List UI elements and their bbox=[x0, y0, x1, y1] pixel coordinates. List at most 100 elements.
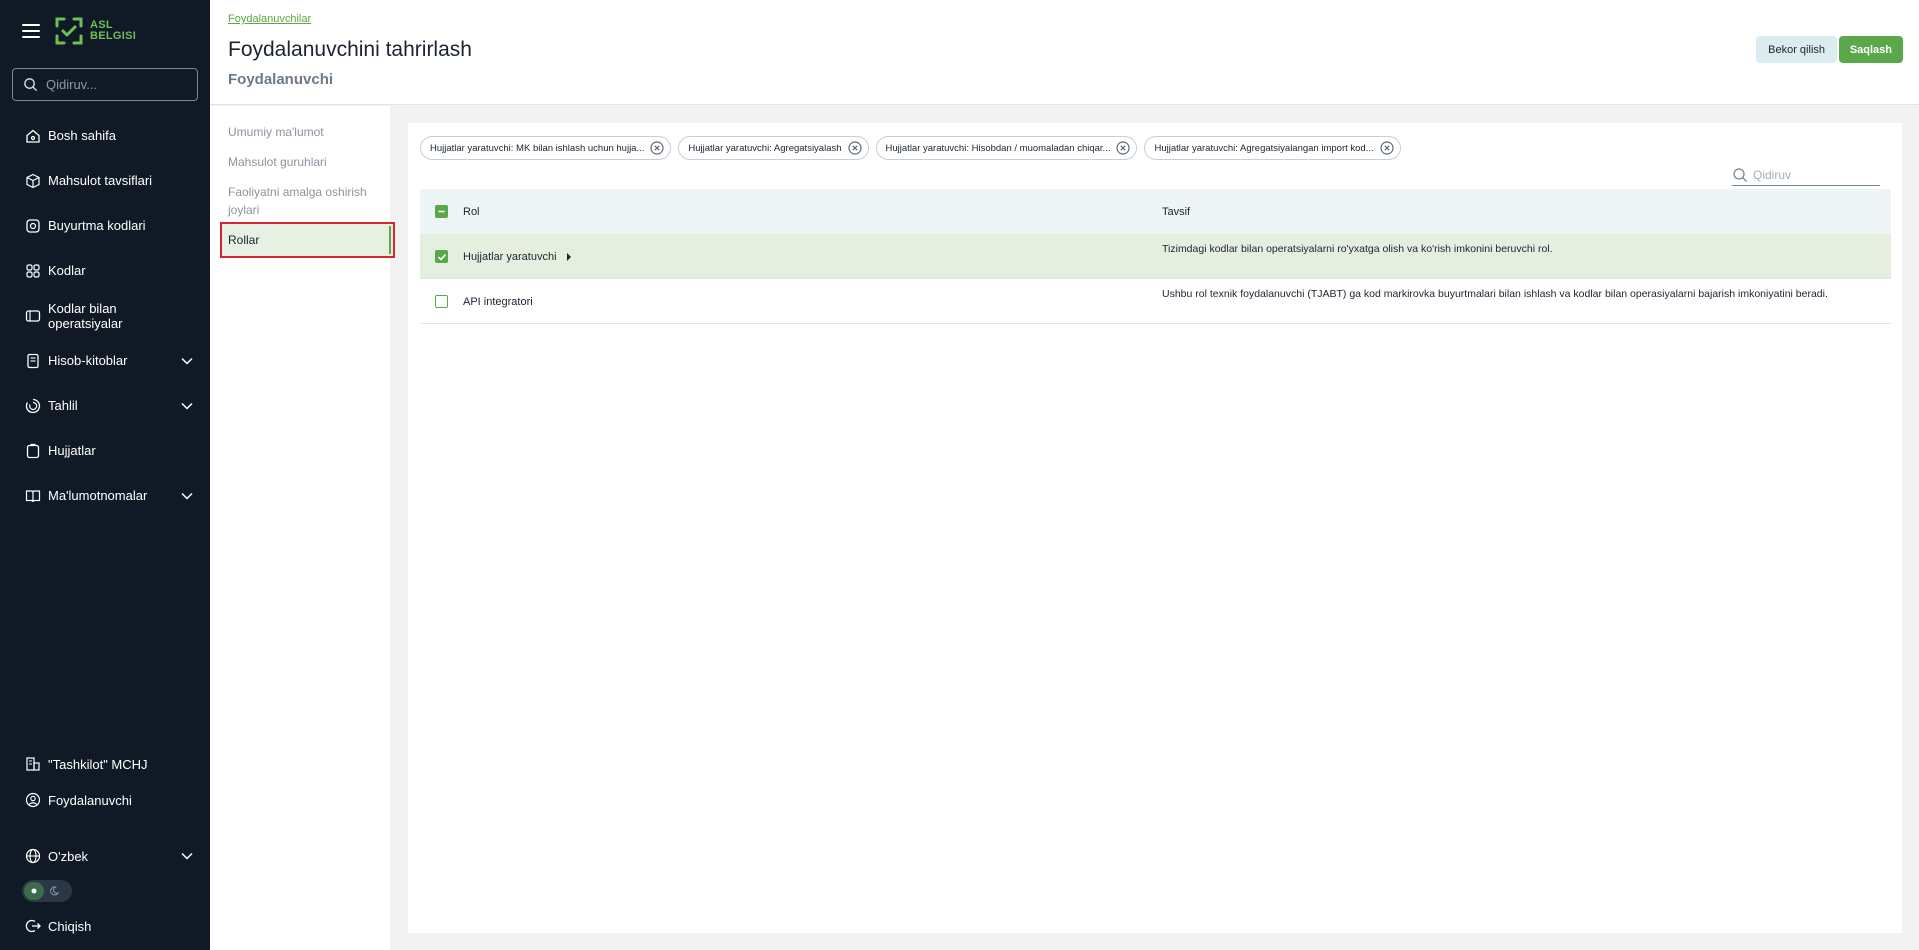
sidebar-header: ASL BELGISI bbox=[0, 0, 210, 62]
indeterminate-icon bbox=[438, 210, 445, 213]
sidebar-item-label: Tahlil bbox=[48, 398, 78, 413]
section-tab-roles-label: Rollar bbox=[228, 233, 260, 247]
page-subtitle: Foydalanuvchi bbox=[228, 71, 334, 88]
sidebar-item-hujjatlar[interactable]: Hujjatlar bbox=[0, 428, 210, 473]
sidebar-item-user[interactable]: Foydalanuvchi bbox=[0, 782, 210, 818]
section-tab-product-groups[interactable]: Mahsulot guruhlari bbox=[210, 153, 390, 171]
chevron-down-icon[interactable] bbox=[180, 354, 194, 368]
sun-icon[interactable] bbox=[24, 882, 44, 900]
search-icon bbox=[1733, 167, 1747, 182]
sidebar-item-kodlar-bilan-operatsiyalar[interactable]: Kodlar bilan operatsiyalar bbox=[0, 293, 210, 338]
sidebar-item-label: Hisob-kitoblar bbox=[48, 353, 128, 368]
role-chip-label: Hujjatlar yaratuvchi: Agregatsiyalash bbox=[688, 142, 842, 154]
role-chip: Hujjatlar yaratuvchi: MK bilan ishlash u… bbox=[420, 136, 672, 160]
search-icon bbox=[24, 78, 38, 92]
role-name: Hujjatlar yaratuvchi bbox=[463, 250, 557, 263]
checkmark-icon bbox=[437, 253, 446, 261]
building-icon bbox=[24, 755, 42, 773]
expand-caret-icon[interactable] bbox=[566, 252, 571, 261]
role-name-cell: Hujjatlar yaratuvchi bbox=[463, 234, 1162, 279]
theme-toggle[interactable] bbox=[22, 880, 72, 902]
table-row[interactable]: API integratori Ushbu rol texnik foydala… bbox=[420, 279, 1891, 324]
box-icon bbox=[24, 172, 42, 190]
roles-search[interactable] bbox=[1732, 164, 1880, 186]
sidebar-item-hisob-kitoblar[interactable]: Hisob-kitoblar bbox=[0, 338, 210, 383]
sidebar-item-malumotnomalar[interactable]: Ma'lumotnomalar bbox=[0, 473, 210, 518]
sidebar-item-label: Kodlar bbox=[48, 263, 86, 278]
role-chip: Hujjatlar yaratuvchi: Agregatsiyalash bbox=[678, 136, 869, 160]
row-check-cell bbox=[420, 279, 463, 324]
analytics-icon bbox=[24, 397, 42, 415]
row-checkbox[interactable] bbox=[435, 295, 448, 308]
organization-name: "Tashkilot" MCHJ bbox=[48, 756, 148, 772]
row-checkbox[interactable] bbox=[435, 250, 448, 263]
table-row[interactable]: Hujjatlar yaratuvchi Tizimdagi kodlar bi… bbox=[420, 234, 1891, 279]
sidebar-item-kodlar[interactable]: Kodlar bbox=[0, 248, 210, 293]
cancel-button[interactable]: Bekor qilish bbox=[1756, 36, 1837, 63]
selected-roles-chips: Hujjatlar yaratuvchi: MK bilan ishlash u… bbox=[420, 136, 1408, 160]
sidebar-item-label: Buyurtma kodlari bbox=[48, 218, 146, 233]
role-chip: Hujjatlar yaratuvchi: Agregatsiyalangan … bbox=[1144, 136, 1401, 160]
home-icon bbox=[24, 127, 42, 145]
section-tab-general-info[interactable]: Umumiy ma'lumot bbox=[210, 123, 390, 141]
role-chip-label: Hujjatlar yaratuvchi: MK bilan ishlash u… bbox=[430, 142, 645, 154]
sidebar-item-label: Kodlar bilan operatsiyalar bbox=[48, 300, 123, 331]
language-label: O'zbek bbox=[48, 848, 89, 864]
remove-chip-icon[interactable] bbox=[847, 141, 862, 155]
codes-icon bbox=[24, 262, 42, 280]
logo-icon bbox=[55, 17, 83, 45]
logout-label: Chiqish bbox=[48, 918, 92, 934]
breadcrumb-link[interactable]: Foydalanuvchilar bbox=[228, 13, 311, 25]
moon-icon[interactable] bbox=[44, 882, 64, 900]
section-tab-roles[interactable]: Rollar bbox=[220, 222, 395, 258]
sidebar-item-mahsulot-tavsiflari[interactable]: Mahsulot tavsiflari bbox=[0, 158, 210, 203]
table-header: Rol Tavsif bbox=[420, 189, 1891, 234]
logout-icon bbox=[24, 917, 42, 935]
select-all-checkbox[interactable] bbox=[435, 205, 448, 218]
remove-chip-icon[interactable] bbox=[1380, 141, 1394, 155]
sidebar-item-bosh-sahifa[interactable]: Bosh sahifa bbox=[0, 113, 210, 158]
order-codes-icon bbox=[24, 217, 42, 235]
role-description: Tizimdagi kodlar bilan operatsiyalarni r… bbox=[1162, 243, 1553, 255]
sidebar-item-label: Bosh sahifa bbox=[48, 128, 116, 143]
sidebar-item-label: Mahsulot tavsiflari bbox=[48, 173, 153, 188]
user-icon bbox=[24, 791, 42, 809]
role-name: API integratori bbox=[463, 295, 533, 308]
remove-chip-icon[interactable] bbox=[1116, 141, 1131, 155]
roles-search-input[interactable] bbox=[1753, 167, 1873, 182]
chevron-down-icon[interactable] bbox=[180, 489, 194, 503]
sidebar-item-label: Ma'lumotnomalar bbox=[48, 488, 148, 503]
sidebar-item-label: Hujjatlar bbox=[48, 443, 96, 458]
language-selector[interactable]: O'zbek bbox=[0, 838, 210, 874]
section-tab-activity-locations[interactable]: Faoliyatni amalga oshirish joylari bbox=[210, 183, 390, 219]
logo[interactable]: ASL BELGISI bbox=[54, 16, 136, 46]
save-button[interactable]: Saqlash bbox=[1838, 36, 1903, 63]
user-name: Foydalanuvchi bbox=[48, 792, 132, 808]
column-header-rol: Rol bbox=[463, 205, 480, 218]
logo-text-line2: BELGISI bbox=[90, 30, 137, 42]
section-nav: Umumiy ma'lumot Mahsulot guruhlari Faoli… bbox=[210, 106, 395, 950]
page-title: Foydalanuvchini tahrirlash bbox=[228, 38, 472, 61]
logout-button[interactable]: Chiqish bbox=[0, 908, 210, 944]
chevron-down-icon[interactable] bbox=[180, 849, 194, 863]
row-check-cell bbox=[420, 234, 463, 279]
reference-icon bbox=[24, 487, 42, 505]
sidebar-item-tahlil[interactable]: Tahlil bbox=[0, 383, 210, 428]
remove-chip-icon[interactable] bbox=[650, 141, 664, 155]
sidebar-search[interactable] bbox=[12, 68, 198, 101]
globe-icon bbox=[24, 847, 42, 865]
sidebar-search-input[interactable] bbox=[46, 77, 186, 92]
documents-icon bbox=[24, 442, 42, 460]
sidebar-item-organization[interactable]: "Tashkilot" MCHJ bbox=[0, 746, 210, 782]
sidebar: ASL BELGISI Bosh sahifa Mahsulot tavsifl… bbox=[0, 0, 210, 950]
page-header: Foydalanuvchilar Foydalanuvchini tahrirl… bbox=[210, 0, 1919, 105]
role-name-cell: API integratori bbox=[463, 279, 1162, 324]
chevron-down-icon[interactable] bbox=[180, 399, 194, 413]
role-chip: Hujjatlar yaratuvchi: Hisobdan / muomala… bbox=[875, 136, 1138, 160]
operations-icon bbox=[24, 307, 42, 325]
role-description: Ushbu rol texnik foydalanuvchi (TJABT) g… bbox=[1162, 288, 1828, 300]
menu-icon[interactable] bbox=[22, 24, 40, 38]
sidebar-item-buyurtma-kodlari[interactable]: Buyurtma kodlari bbox=[0, 203, 210, 248]
role-chip-label: Hujjatlar yaratuvchi: Agregatsiyalangan … bbox=[1154, 142, 1374, 154]
reports-icon bbox=[24, 352, 42, 370]
